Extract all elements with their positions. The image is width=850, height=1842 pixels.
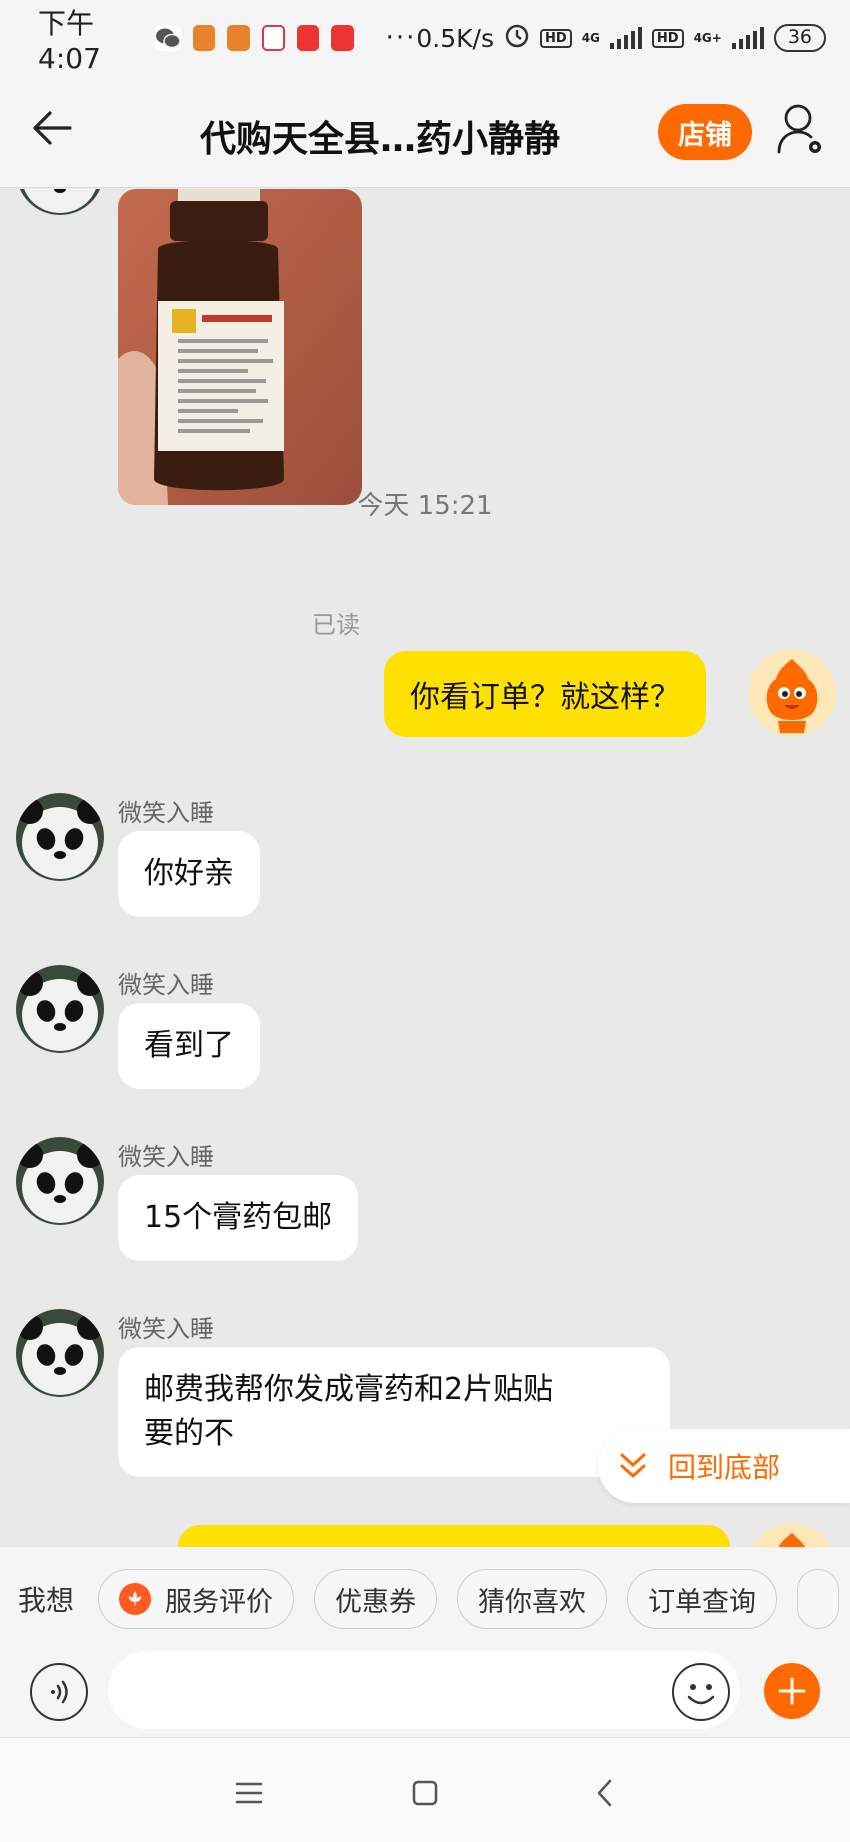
outgoing-message[interactable]: 你看订单？就这样？ bbox=[384, 651, 706, 737]
seller-avatar[interactable] bbox=[16, 1309, 104, 1397]
product-image-message[interactable] bbox=[118, 189, 362, 505]
voice-button[interactable] bbox=[30, 1663, 88, 1721]
flower-icon bbox=[119, 1583, 152, 1615]
cloud-app-icon bbox=[261, 25, 285, 51]
time-separator: 今天 15:21 bbox=[357, 491, 493, 521]
sender-name: 微笑入睡 bbox=[118, 799, 214, 827]
chip-label: 优惠券 bbox=[335, 1586, 417, 1618]
user-settings-button[interactable] bbox=[776, 100, 826, 160]
sender-name: 微笑入睡 bbox=[118, 1315, 214, 1343]
plus-button[interactable] bbox=[764, 1663, 820, 1719]
network-type-2: 4G+ bbox=[693, 31, 722, 45]
incoming-message[interactable]: 你好亲 bbox=[118, 831, 260, 917]
chip-label: 订单查询 bbox=[648, 1586, 757, 1618]
status-bar: 下午4:07 ··· 0.5K/s HD 4G HD 4G+ 36 bbox=[0, 0, 850, 76]
message-text: 15个膏药包邮 bbox=[144, 1200, 333, 1235]
alarm-icon bbox=[504, 22, 530, 54]
user-settings-icon bbox=[777, 104, 821, 154]
chip-label: 服务评价 bbox=[165, 1586, 274, 1618]
chevron-left-icon bbox=[597, 1779, 612, 1807]
chip-order-query[interactable]: 订单查询 bbox=[627, 1569, 778, 1629]
incoming-message[interactable]: 15个膏药包邮 bbox=[118, 1175, 359, 1261]
plus-icon bbox=[778, 1677, 806, 1705]
back-to-bottom-label: 回到底部 bbox=[668, 1451, 781, 1484]
game-app-icon bbox=[192, 25, 216, 51]
back-button[interactable] bbox=[30, 104, 74, 152]
incoming-message[interactable]: 邮费我帮你发成膏药和2片贴贴 要的不 bbox=[118, 1347, 670, 1477]
sender-name: 微笑入睡 bbox=[118, 1143, 214, 1171]
voice-icon bbox=[51, 1680, 68, 1704]
outgoing-message-partial[interactable] bbox=[178, 1525, 730, 1547]
message-text-line1: 邮费我帮你发成膏药和2片贴贴 bbox=[144, 1372, 554, 1407]
news-app-icon bbox=[296, 25, 320, 51]
game-app-icon-2 bbox=[227, 25, 250, 51]
status-time: 下午4:07 bbox=[38, 6, 101, 75]
system-back-button[interactable] bbox=[580, 1768, 630, 1818]
battery-indicator: 36 bbox=[773, 24, 827, 52]
my-avatar[interactable] bbox=[748, 649, 836, 737]
incoming-message[interactable]: 看到了 bbox=[118, 1003, 260, 1089]
home-icon bbox=[412, 1780, 438, 1806]
my-avatar[interactable] bbox=[748, 1523, 836, 1547]
signal-icon-2 bbox=[731, 27, 764, 49]
wechat-icon bbox=[154, 25, 181, 51]
emoji-button[interactable] bbox=[672, 1663, 730, 1721]
chip-more[interactable] bbox=[797, 1569, 840, 1629]
chip-service-rating[interactable]: 服务评价 bbox=[98, 1569, 295, 1629]
chat-header: 代购天全县…药小静静 店铺 bbox=[0, 76, 850, 188]
home-button[interactable] bbox=[400, 1768, 450, 1818]
more-notifications-icon: ··· bbox=[385, 23, 417, 53]
seller-avatar[interactable] bbox=[16, 189, 104, 215]
seller-avatar[interactable] bbox=[16, 1137, 104, 1225]
smiley-icon bbox=[687, 1684, 715, 1705]
message-text: 你看订单？就这样？ bbox=[410, 680, 680, 715]
hd-indicator-2: HD bbox=[651, 28, 684, 48]
sender-name: 微笑入睡 bbox=[118, 971, 214, 999]
shop-button[interactable]: 店铺 bbox=[658, 104, 752, 160]
signal-icon bbox=[609, 27, 642, 49]
chat-title: 代购天全县…药小静静 bbox=[200, 119, 561, 160]
quick-actions-bar: 我想 服务评价 优惠券 猜你喜欢 订单查询 bbox=[0, 1547, 850, 1651]
chip-label: 猜你喜欢 bbox=[478, 1586, 587, 1618]
system-nav-bar bbox=[0, 1737, 850, 1842]
hd-indicator: HD bbox=[540, 28, 572, 48]
toutiao-app-icon bbox=[331, 25, 354, 51]
seller-avatar[interactable] bbox=[16, 965, 104, 1053]
message-text: 看到了 bbox=[144, 1028, 234, 1063]
double-chevron-down-icon bbox=[620, 1453, 646, 1478]
input-bar bbox=[0, 1651, 850, 1737]
read-status: 已读 bbox=[312, 611, 360, 639]
back-arrow-icon bbox=[33, 111, 72, 145]
back-to-bottom-button[interactable]: 回到底部 bbox=[598, 1429, 850, 1503]
quick-actions-label: 我想 bbox=[18, 1584, 75, 1617]
chip-coupons[interactable]: 优惠券 bbox=[314, 1569, 438, 1629]
menu-button[interactable] bbox=[224, 1768, 274, 1818]
menu-icon bbox=[235, 1782, 263, 1804]
seller-avatar[interactable] bbox=[16, 793, 104, 881]
message-text-line2: 要的不 bbox=[144, 1416, 234, 1451]
chat-area[interactable]: 今天 15:21 已读 你看订单？就这样？ 微笑入睡 你好亲 微笑入睡 看到了 … bbox=[0, 189, 850, 1547]
network-type: 4G bbox=[581, 31, 600, 45]
network-speed: 0.5K/s bbox=[416, 23, 495, 53]
message-text: 你好亲 bbox=[144, 856, 234, 891]
message-input[interactable] bbox=[108, 1651, 740, 1729]
chip-recommendations[interactable]: 猜你喜欢 bbox=[457, 1569, 608, 1629]
